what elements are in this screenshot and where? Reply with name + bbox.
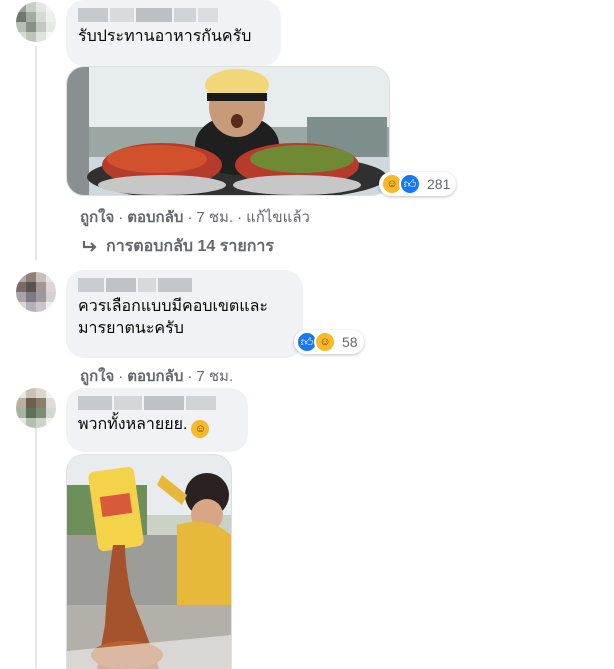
separator: · (118, 208, 124, 226)
reply-arrow-icon (82, 240, 97, 252)
comment-actions: ถูกใจ · ตอบกลับ · 7 ชม. (80, 364, 233, 388)
comment-text: ควรเลือกแบบมีคอบเขตและ มารยาตนะครับ (78, 298, 268, 337)
avatar[interactable] (16, 388, 56, 428)
photo-man-with-bowls (67, 67, 389, 195)
haha-icon: ☺ (314, 331, 336, 353)
comment-bubble: ควรเลือกแบบมีคอบเขตและ มารยาตนะครับ (66, 270, 303, 358)
comment-actions: ถูกใจ · ตอบกลับ · 7 ชม. · แก้ไขแล้ว (80, 205, 310, 229)
comment-bubble: พวกทั้งหลายยย. ☺ (66, 388, 248, 452)
timestamp[interactable]: 7 ชม. (196, 364, 233, 388)
separator: · (237, 208, 243, 226)
comment-text: พวกทั้งหลายยย. ☺ (78, 414, 236, 438)
separator: · (187, 208, 193, 226)
timestamp[interactable]: 7 ชม. (196, 205, 233, 229)
laughing-emoji-icon: ☺ (191, 420, 210, 438)
avatar[interactable] (16, 272, 56, 312)
author-name-blurred[interactable] (78, 8, 269, 22)
reaction-summary[interactable]: ☺ 👍︎ 281 (379, 172, 457, 196)
author-name-blurred[interactable] (78, 278, 291, 292)
like-icon: 👍︎ (399, 173, 421, 195)
comment-photo[interactable] (66, 454, 232, 669)
comment-text: รับประทานอาหารกันครับ (78, 28, 252, 45)
avatar[interactable] (16, 2, 56, 42)
edited-label: แก้ไขแล้ว (246, 209, 310, 226)
thread-line (35, 46, 37, 260)
reaction-count: 58 (342, 334, 358, 350)
thread-line (35, 428, 37, 668)
reaction-count: 281 (427, 176, 451, 192)
replies-label: การตอบกลับ 14 รายการ (106, 238, 274, 255)
author-name-blurred[interactable] (78, 396, 236, 410)
separator: · (118, 367, 124, 385)
separator: · (187, 367, 193, 385)
reaction-summary[interactable]: 👍︎ ☺ 58 (294, 330, 364, 354)
like-link[interactable]: ถูกใจ (80, 364, 114, 388)
photo-pouring-food (67, 455, 231, 669)
reply-link[interactable]: ตอบกลับ (127, 205, 183, 229)
view-replies-link[interactable]: การตอบกลับ 14 รายการ (82, 234, 274, 259)
comment-bubble: รับประทานอาหารกันครับ (66, 0, 281, 66)
comment-photo[interactable] (66, 66, 390, 196)
reply-link[interactable]: ตอบกลับ (127, 364, 183, 388)
like-link[interactable]: ถูกใจ (80, 205, 114, 229)
